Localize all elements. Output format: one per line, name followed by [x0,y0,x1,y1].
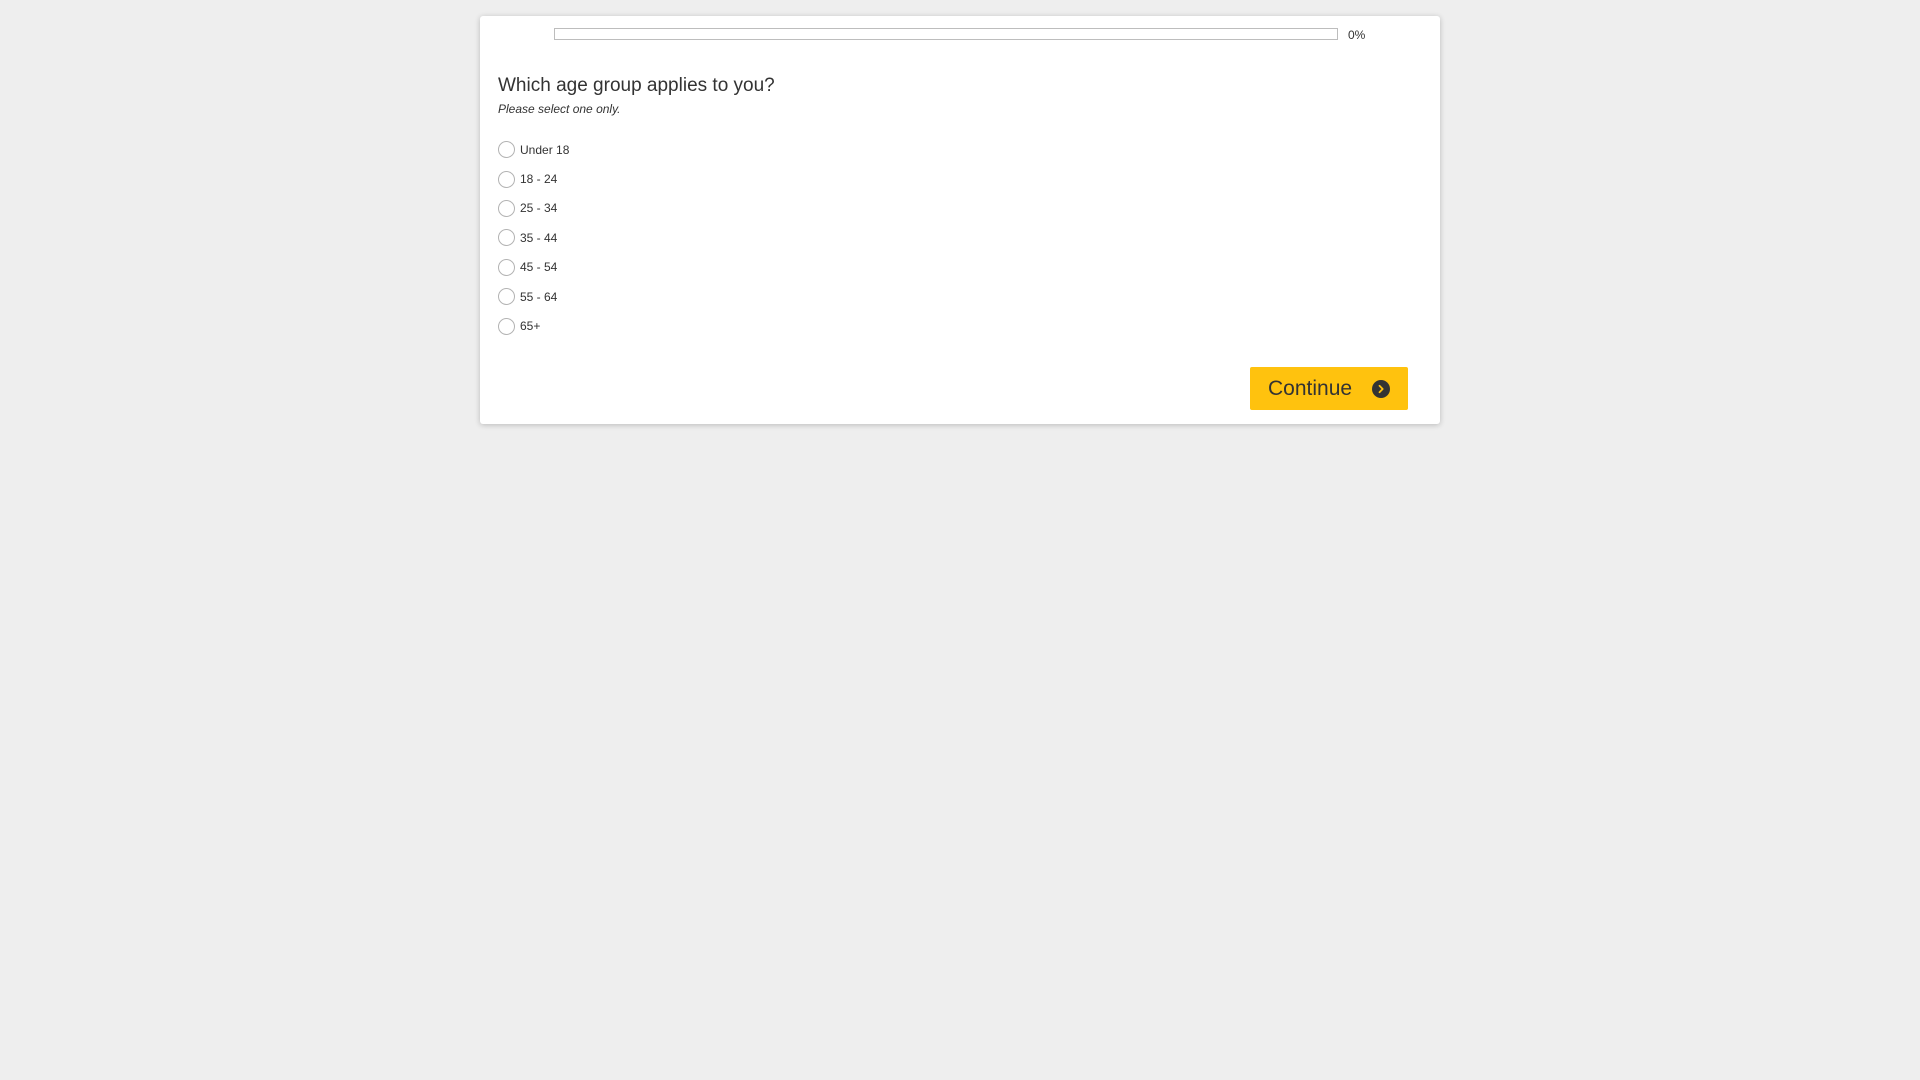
answer-option-18-24[interactable]: 18 - 24 [498,164,569,193]
question-title: Which age group applies to you? [498,75,775,96]
continue-button[interactable]: Continue [1250,367,1408,410]
answer-option-25-34[interactable]: 25 - 34 [498,194,569,223]
answer-option-55-64[interactable]: 55 - 64 [498,282,569,311]
answer-option-label: Under 18 [520,142,570,157]
answer-options-list: Under 18 18 - 24 25 - 34 35 - 44 45 - 54… [498,135,569,341]
continue-button-label: Continue [1268,376,1353,400]
radio-button[interactable] [498,170,515,188]
radio-button[interactable] [498,288,515,306]
progress-percentage: 0% [1348,28,1366,42]
answer-option-label: 35 - 44 [520,230,558,245]
radio-button[interactable] [498,229,515,247]
answer-option-label: 55 - 64 [520,289,558,304]
progress-bar [554,28,1338,40]
survey-card: 0% Which age group applies to you? Pleas… [480,16,1440,424]
radio-button[interactable] [498,199,515,217]
answer-option-label: 65+ [520,319,541,334]
answer-option-label: 18 - 24 [520,172,558,187]
answer-option-35-44[interactable]: 35 - 44 [498,223,569,252]
radio-button[interactable] [498,141,515,159]
chevron-right-circle-icon [1372,379,1390,398]
radio-button[interactable] [498,258,515,276]
answer-option-label: 45 - 54 [520,260,558,275]
answer-option-45-54[interactable]: 45 - 54 [498,253,569,282]
question-instructions: Please select one only. [498,102,621,116]
radio-button[interactable] [498,317,515,335]
answer-option-65-plus[interactable]: 65+ [498,311,569,340]
answer-option-label: 25 - 34 [520,201,558,216]
answer-option-under-18[interactable]: Under 18 [498,135,569,164]
